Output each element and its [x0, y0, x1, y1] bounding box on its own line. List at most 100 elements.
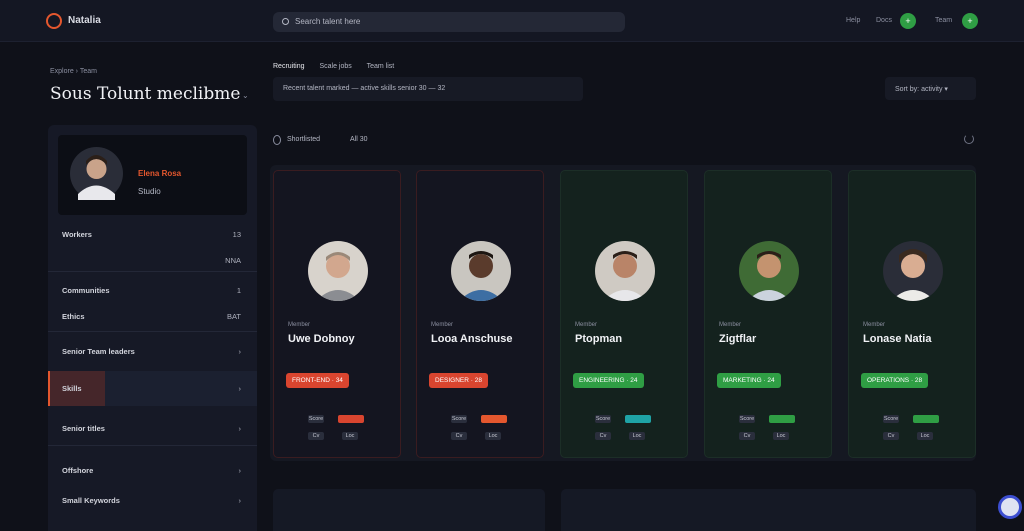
search-input-value: Search talent here — [295, 17, 361, 26]
sidebar-item-value: 13 — [232, 230, 241, 239]
metric-bar — [338, 415, 364, 423]
page-title: Sous Tolunt meclibme — [50, 84, 241, 104]
metric-label: Loc — [485, 432, 501, 440]
skill-tag[interactable]: FRONT-END · 34 — [286, 373, 349, 388]
chevron-down-icon[interactable]: ⌄ — [242, 91, 249, 100]
skill-tag[interactable]: OPERATIONS · 28 — [861, 373, 929, 388]
candidate-card[interactable]: Member Looa Anschuse DESIGNER · 28 Score… — [416, 170, 544, 458]
tab-team-list[interactable]: Team list — [367, 63, 395, 70]
card-name: Ptopman — [575, 333, 623, 345]
sidebar-item-skills[interactable]: Skills › — [48, 371, 257, 406]
candidate-card[interactable]: Member Lonase Natia OPERATIONS · 28 Scor… — [848, 170, 976, 458]
search-input[interactable]: Search talent here — [273, 12, 625, 32]
chevron-right-icon: › — [238, 466, 242, 475]
sidebar-item-label: Offshore — [62, 466, 94, 475]
topbar-link-help[interactable]: Help — [846, 17, 860, 24]
skill-tag[interactable]: DESIGNER · 28 — [429, 373, 488, 388]
card-role: Member — [431, 322, 454, 328]
metric-row: Cv Loc — [883, 432, 947, 441]
sidebar-item-workers[interactable]: Workers 13 — [48, 221, 257, 247]
sidebar-item-blank[interactable]: NNA — [48, 247, 257, 273]
card-role: Member — [575, 322, 598, 328]
card-name: Uwe Dobnoy — [288, 333, 355, 345]
metric-row: Score — [308, 415, 372, 424]
metric-label: Score — [308, 415, 324, 423]
profile-name: Elena Rosa — [138, 169, 182, 178]
avatar — [451, 241, 511, 301]
user-avatar-icon[interactable]: + — [962, 13, 978, 29]
metric-label: Score — [739, 415, 755, 423]
sidebar-item-label: Ethics — [62, 312, 85, 321]
candidate-card[interactable]: Member Zigtflar MARKETING · 24 Score Cv … — [704, 170, 832, 458]
search-icon — [282, 18, 289, 25]
section-header: Shortlisted All 30 — [273, 134, 976, 148]
toggle-icon[interactable] — [273, 135, 281, 145]
sidebar-item-label: Small Keywords — [62, 496, 120, 505]
sort-dropdown[interactable]: Sort by: activity ▾ — [885, 77, 976, 100]
notification-icon[interactable]: + — [900, 13, 916, 29]
sidebar-item-value: 1 — [236, 286, 241, 295]
sidebar-item-ethics[interactable]: Ethics BAT — [48, 303, 257, 329]
sidebar-item-offshore[interactable]: Offshore › — [48, 457, 257, 483]
chevron-right-icon: › — [238, 424, 242, 433]
metric-bar — [769, 415, 795, 423]
filter-bar[interactable]: Recent talent marked — active skills sen… — [273, 77, 583, 101]
metric-label: Score — [883, 415, 899, 423]
divider — [48, 445, 257, 446]
sidebar-item-label: Senior titles — [62, 424, 105, 433]
sidebar-item-label: Workers — [62, 230, 92, 239]
section-label: Shortlisted — [287, 136, 321, 143]
card-role: Member — [288, 322, 311, 328]
sidebar-item-senior-team-leaders[interactable]: Senior Team leaders › — [48, 338, 257, 364]
sidebar-item-small-keywords[interactable]: Small Keywords › — [48, 487, 257, 513]
metric-bar — [625, 415, 651, 423]
topbar-link-team[interactable]: Team — [935, 17, 952, 24]
metric-label: Score — [595, 415, 611, 423]
chevron-right-icon: › — [238, 496, 242, 505]
avatar — [739, 241, 799, 301]
metric-row: Score — [739, 415, 803, 424]
topbar-link-docs[interactable]: Docs — [876, 17, 892, 24]
bottom-panel — [273, 489, 545, 531]
card-name: Lonase Natia — [863, 333, 932, 345]
refresh-icon[interactable] — [964, 134, 974, 144]
card-name: Looa Anschuse — [431, 333, 513, 345]
chevron-right-icon: › — [238, 347, 242, 356]
profile-card[interactable]: Elena Rosa Studio — [58, 135, 247, 215]
sidebar-item-senior-titles[interactable]: Senior titles › — [48, 415, 257, 441]
breadcrumb[interactable]: Explore › Team — [50, 68, 97, 75]
card-role: Member — [863, 322, 886, 328]
metric-label: Loc — [917, 432, 933, 440]
profile-role: Studio — [138, 187, 161, 196]
metric-label: Cv — [595, 432, 611, 440]
card-role: Member — [719, 322, 742, 328]
candidate-card[interactable]: Member Uwe Dobnoy FRONT-END · 34 Score C… — [273, 170, 401, 458]
app-logo-icon[interactable] — [46, 13, 62, 29]
chevron-right-icon: › — [238, 384, 242, 393]
metric-label: Cv — [739, 432, 755, 440]
metric-label: Cv — [451, 432, 467, 440]
metric-label: Score — [451, 415, 467, 423]
avatar — [883, 241, 943, 301]
metric-label: Cv — [883, 432, 899, 440]
section-count[interactable]: All 30 — [350, 136, 368, 143]
sidebar: Elena Rosa Studio Workers 13 NNA Communi… — [48, 125, 257, 531]
skill-tag[interactable]: MARKETING · 24 — [717, 373, 781, 388]
avatar — [70, 147, 123, 200]
sidebar-item-communities[interactable]: Communities 1 — [48, 277, 257, 303]
tab-recruiting[interactable]: Recruiting — [273, 63, 305, 70]
metric-row: Score — [595, 415, 659, 424]
avatar — [308, 241, 368, 301]
candidate-card[interactable]: Member Ptopman ENGINEERING · 24 Score Cv… — [560, 170, 688, 458]
tab-scale-jobs[interactable]: Scale jobs — [319, 63, 351, 70]
tab-bar: Recruiting Scale jobs Team list — [273, 63, 407, 70]
metric-bar — [481, 415, 507, 423]
app-name: Natalia — [68, 15, 101, 26]
top-bar: Natalia Search talent here Help Docs + T… — [0, 0, 1024, 42]
chat-icon[interactable] — [998, 495, 1022, 519]
metric-label: Loc — [773, 432, 789, 440]
avatar — [595, 241, 655, 301]
divider — [48, 271, 257, 272]
sidebar-item-label: Communities — [62, 286, 110, 295]
skill-tag[interactable]: ENGINEERING · 24 — [573, 373, 644, 388]
